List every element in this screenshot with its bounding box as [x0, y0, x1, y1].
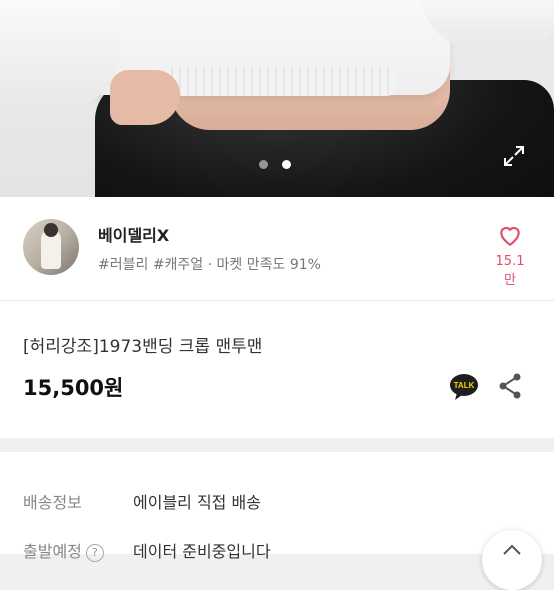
heart-icon — [500, 226, 520, 247]
delivery-value: 에이블리 직접 배송 — [133, 493, 261, 512]
departure-row: 출발예정? 데이터 준비중입니다 — [23, 538, 271, 562]
kakao-talk-icon[interactable]: TALK — [449, 373, 479, 401]
like-count: 15.1만 — [495, 254, 525, 288]
product-section: [허리강조]1973밴딩 크롭 맨투맨 15,500원 TALK — [0, 301, 554, 438]
departure-label-wrap: 출발예정? — [23, 538, 133, 562]
departure-value: 데이터 준비중입니다 — [133, 542, 271, 561]
scroll-up-icon — [503, 544, 521, 555]
product-price: 15,500원 — [23, 376, 124, 400]
carousel-indicator — [259, 160, 291, 169]
carousel-dot[interactable] — [259, 160, 268, 169]
seller-section[interactable]: 베이델리X #러블리 #캐주얼 · 마켓 만족도 91% 15.1만 — [0, 197, 554, 301]
product-image-carousel[interactable] — [0, 0, 554, 197]
avatar[interactable] — [23, 219, 79, 275]
product-title: [허리강조]1973밴딩 크롭 맨투맨 — [23, 337, 263, 357]
carousel-dot-active[interactable] — [282, 160, 291, 169]
talk-label: TALK — [454, 381, 475, 390]
seller-name[interactable]: 베이델리X — [98, 222, 169, 246]
scroll-up-button[interactable] — [482, 530, 542, 590]
avatar-head — [44, 223, 58, 237]
expand-icon[interactable] — [502, 144, 526, 168]
help-icon[interactable]: ? — [85, 543, 104, 562]
like-button[interactable]: 15.1만 — [490, 223, 530, 288]
delivery-row: 배송정보 에이블리 직접 배송 — [23, 489, 261, 513]
image-band — [165, 68, 395, 96]
image-arm — [110, 70, 180, 125]
seller-tags: #러블리 #캐주얼 · 마켓 만족도 91% — [98, 257, 321, 273]
delivery-label: 배송정보 — [23, 493, 82, 512]
departure-label: 출발예정 — [23, 542, 82, 561]
share-icon[interactable] — [498, 373, 522, 399]
shipping-section: 배송정보 에이블리 직접 배송 출발예정? 데이터 준비중입니다 — [0, 452, 554, 562]
